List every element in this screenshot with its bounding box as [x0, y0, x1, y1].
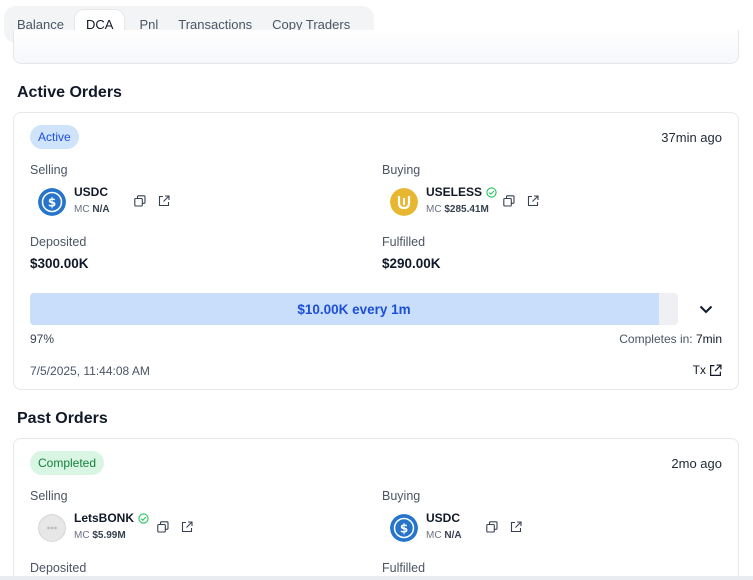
page-bottom-edge — [0, 576, 753, 580]
active-orders-title: Active Orders — [17, 84, 122, 101]
selling-token-symbol: USDC — [74, 185, 109, 199]
copy-icon[interactable] — [157, 521, 169, 533]
useless-token-icon — [390, 188, 418, 216]
buying-token-mc: MC $285.41M — [426, 204, 489, 215]
fulfilled-label: Fulfilled — [382, 235, 426, 249]
completes-in: Completes in: 7min — [619, 332, 722, 346]
selling-token-mc: MC N/A — [74, 204, 110, 215]
verified-icon — [138, 512, 149, 524]
buying-label: Buying — [382, 489, 421, 503]
order-time-ago: 37min ago — [661, 130, 722, 145]
svg-text:$: $ — [400, 522, 408, 536]
tx-link[interactable]: Tx — [693, 363, 722, 377]
buying-token-mc: MC N/A — [426, 530, 462, 541]
svg-text:$: $ — [48, 196, 56, 210]
external-link-icon[interactable] — [158, 195, 170, 207]
external-link-icon[interactable] — [510, 521, 522, 533]
deposited-amount: $300.00K — [30, 256, 89, 271]
verified-icon — [486, 186, 497, 198]
dca-progress-bar: $10.00K every 1m — [30, 293, 678, 325]
selling-label: Selling — [30, 489, 68, 503]
buying-token-symbol: USELESS — [426, 185, 497, 199]
buying-label: Buying — [382, 163, 421, 177]
status-badge: Active — [30, 125, 79, 149]
external-link-icon — [710, 363, 722, 376]
status-badge: Completed — [30, 451, 105, 475]
order-time-ago: 2mo ago — [671, 456, 722, 471]
selling-token-symbol: LetsBONK — [74, 511, 149, 525]
buying-token-symbol: USDC — [426, 511, 461, 525]
chevron-down-icon[interactable] — [698, 301, 714, 317]
fulfilled-label: Fulfilled — [382, 561, 426, 575]
past-order-card: Completed 2mo ago Selling LetsBONK MC $5… — [13, 438, 739, 580]
usdc-icon: $ — [38, 188, 66, 216]
order-timestamp: 7/5/2025, 11:44:08 AM — [30, 364, 150, 378]
selling-token-mc: MC $5.99M — [74, 530, 126, 541]
usdc-icon: $ — [390, 514, 418, 542]
progress-text: $10.00K every 1m — [297, 301, 411, 317]
external-link-icon[interactable] — [181, 521, 193, 533]
copy-icon[interactable] — [503, 195, 515, 207]
copy-icon[interactable] — [486, 521, 498, 533]
selling-label: Selling — [30, 163, 68, 177]
progress-percent: 97% — [30, 332, 55, 346]
past-orders-title: Past Orders — [17, 410, 108, 427]
copy-icon[interactable] — [134, 195, 146, 207]
previous-card-bottom — [13, 30, 739, 64]
deposited-label: Deposited — [30, 561, 87, 575]
external-link-icon[interactable] — [527, 195, 539, 207]
deposited-label: Deposited — [30, 235, 87, 249]
active-order-card: Active 37min ago Selling $ USDC MC N/A B… — [13, 112, 739, 390]
fulfilled-amount: $290.00K — [382, 256, 441, 271]
letsbonk-token-icon — [38, 514, 66, 542]
